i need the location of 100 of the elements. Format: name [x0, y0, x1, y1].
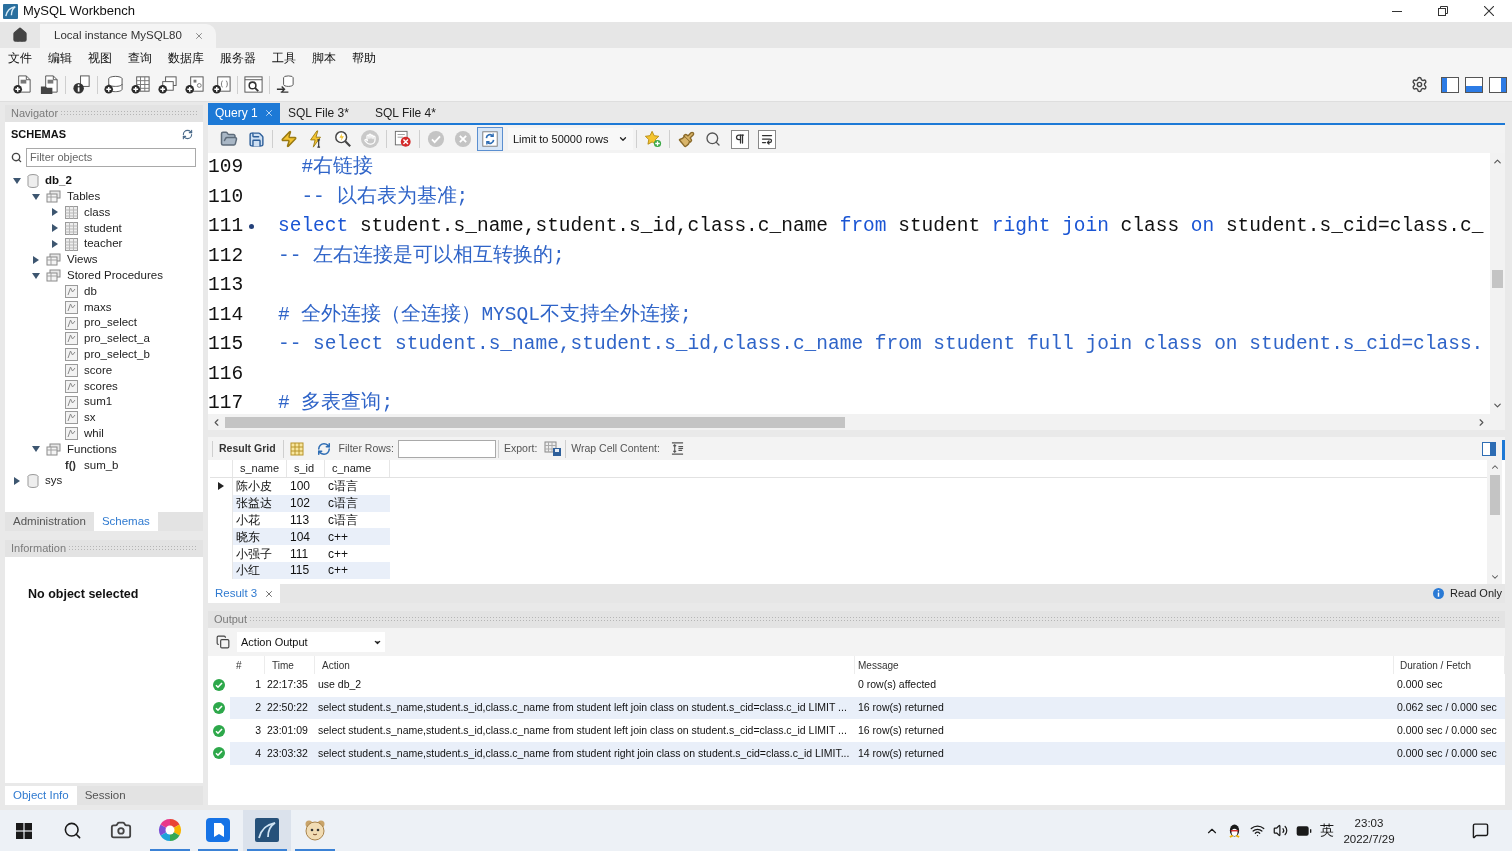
app-logo-icon [3, 3, 18, 19]
copy-button[interactable] [215, 634, 231, 650]
tree-item[interactable]: Stored Procedures [67, 267, 163, 285]
window-title: MySQL Workbench [23, 2, 135, 21]
stop-icon [361, 130, 379, 148]
scrollbar-thumb[interactable] [225, 416, 845, 428]
menu-item[interactable]: 编辑 [40, 49, 80, 67]
result-grid-button[interactable]: Result Grid [214, 439, 281, 458]
autocommit-button[interactable] [477, 127, 503, 151]
menu-item[interactable]: 脚本 [304, 49, 344, 67]
table-cell: 晓东 [233, 528, 287, 546]
horizontal-scrollbar[interactable] [208, 414, 1505, 430]
column-header[interactable]: c_name [325, 460, 390, 477]
column-header[interactable]: s_id [287, 460, 325, 477]
tree-item[interactable]: Functions [67, 440, 117, 459]
procedure-icon [65, 300, 78, 314]
scroll-down-icon [1492, 400, 1503, 411]
expanded-arrow-icon[interactable] [32, 192, 40, 201]
filter-label: Filter Rows: [338, 440, 395, 456]
editor-tab[interactable]: SQL File 3* [280, 103, 367, 123]
menu-item[interactable]: 数据库 [160, 49, 212, 67]
info-message: No object selected [28, 587, 139, 601]
export-grid-icon [544, 440, 563, 457]
stacked-tables-icon [46, 253, 61, 267]
tree-item[interactable]: sum1 [84, 393, 113, 411]
menu-item[interactable]: 服务器 [212, 49, 264, 67]
row-limit-select[interactable]: Limit to 50000 rows [508, 128, 633, 150]
function-symbol: f() [65, 458, 77, 473]
tree-item[interactable]: Tables [67, 188, 101, 206]
expanded-arrow-icon[interactable] [13, 176, 21, 185]
stacked-tables-icon [46, 442, 61, 456]
collapsed-arrow-icon[interactable] [51, 208, 59, 217]
sidebar-toggle-button[interactable] [1440, 74, 1460, 95]
side-panel-button[interactable] [1480, 439, 1498, 458]
scroll-up-icon [1489, 462, 1500, 472]
filter-rows-field[interactable] [398, 439, 497, 458]
collapsed-arrow-icon[interactable] [32, 255, 40, 264]
taskbar-app-button[interactable] [242, 810, 291, 851]
tree-item[interactable]: db_2 [45, 172, 72, 190]
tree-item[interactable]: score [84, 361, 113, 380]
editor-tab[interactable]: SQL File 4* [367, 103, 454, 123]
menu-item[interactable]: 帮助 [344, 49, 384, 67]
expanded-arrow-icon[interactable] [32, 271, 40, 280]
collapsed-arrow-icon[interactable] [13, 477, 21, 486]
collapsed-arrow-icon[interactable] [51, 224, 59, 233]
output-toggle-button[interactable] [1464, 74, 1484, 95]
clock-button[interactable]: 23:03 2022/7/29 [1338, 810, 1400, 851]
panel-tab[interactable]: Session [76, 786, 134, 805]
tree-item[interactable]: sx [84, 409, 96, 427]
tree-item[interactable]: sys [45, 472, 63, 490]
table-cell-text: select student.s_name,student.s_id,class.c_name from student left join class on student.s_cid=class.c_id LIMIT ... [317, 700, 848, 716]
menu-item[interactable]: 视图 [80, 49, 120, 67]
panel-tab[interactable]: Administration [5, 512, 94, 531]
settings-icon [1410, 76, 1428, 93]
tree-item[interactable]: db [84, 282, 97, 301]
menu-item[interactable]: 查询 [120, 49, 160, 67]
tree-item[interactable]: sum_b [84, 456, 119, 474]
output-mode-select[interactable]: Action Output [237, 632, 385, 652]
secondary-sidebar-toggle-button[interactable] [1488, 74, 1508, 95]
code-line: -- 左右连接是可以相互转换的; [278, 243, 565, 269]
database-arrows-icon [275, 74, 296, 95]
input-method-button[interactable]: 英 [1315, 810, 1338, 851]
scrollbar-thumb[interactable] [1492, 270, 1503, 288]
tree-item[interactable]: scores [84, 377, 118, 395]
table-cell-text: 0.062 sec / 0.000 sec [1396, 700, 1498, 716]
tree-item[interactable]: class [84, 203, 111, 222]
filter-field[interactable]: Filter objects [26, 147, 196, 167]
table-icon [65, 206, 78, 219]
tree-item[interactable]: pro_select [84, 314, 138, 332]
procedure-icon [65, 284, 78, 298]
panel-tab[interactable]: Object Info [5, 786, 77, 805]
menu-item[interactable]: 工具 [264, 49, 304, 67]
tree-item[interactable]: pro_select_b [84, 346, 150, 364]
shapes-plus-icon [184, 74, 205, 95]
column-header[interactable]: s_name [233, 460, 287, 477]
star-plus-icon [644, 130, 662, 148]
tree-item[interactable]: pro_select_a [84, 330, 150, 348]
tree-item[interactable]: whil [84, 425, 104, 443]
wrap-label: Wrap Cell Content: [571, 440, 660, 456]
collapsed-arrow-icon[interactable] [51, 240, 59, 249]
brackets-plus-icon [211, 74, 232, 95]
tree-item[interactable]: maxs [84, 298, 112, 316]
search-icon [63, 821, 83, 840]
panel-tab[interactable]: Schemas [93, 512, 158, 531]
scrollbar-thumb[interactable] [1489, 475, 1500, 515]
connection-tab[interactable]: Local instance MySQL80 [40, 24, 216, 48]
result-tab[interactable]: Result 3 [208, 584, 280, 603]
export-button[interactable] [543, 438, 564, 459]
tree-item[interactable]: student [84, 219, 122, 237]
read-only-status: Read Only [1450, 586, 1502, 602]
line-number: 117 [208, 391, 245, 417]
menu-item[interactable]: 文件 [0, 49, 40, 67]
vertical-scrollbar[interactable] [1487, 460, 1502, 584]
procedure-icon [65, 348, 78, 362]
editor-tab[interactable]: Query 1 [208, 103, 280, 123]
tree-item[interactable]: teacher [84, 235, 123, 253]
expanded-arrow-icon[interactable] [32, 445, 40, 454]
wrap-icon [758, 129, 776, 149]
refresh-icon[interactable] [182, 128, 193, 140]
tree-item[interactable]: Views [67, 251, 98, 269]
